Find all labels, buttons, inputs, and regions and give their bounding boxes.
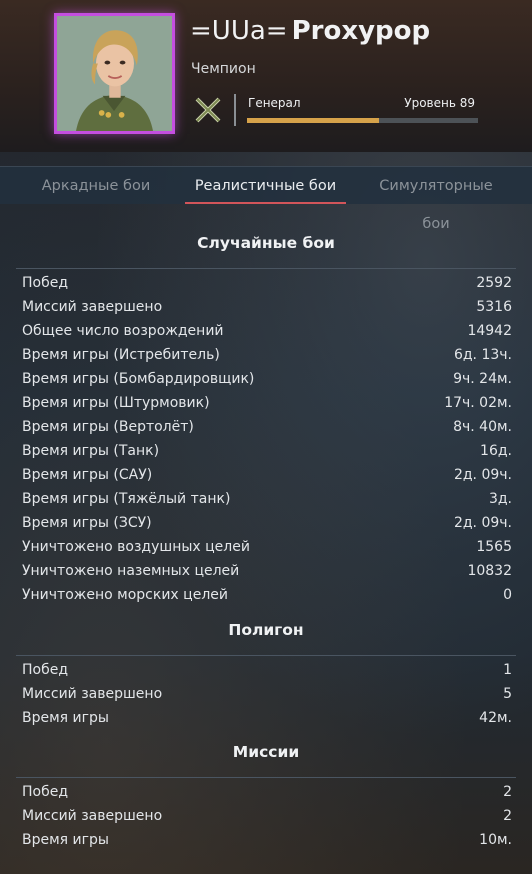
stat-value: 10832 [467,563,512,579]
stat-row: Время игры (Штурмовик) 17ч. 02м. [22,392,512,416]
stat-row: Время игры (ЗСУ) 2д. 09ч. [22,512,512,536]
stat-value: 0 [503,587,512,603]
avatar[interactable] [54,13,175,134]
stat-value: 8ч. 40м. [453,419,512,435]
tab-simulator[interactable]: Симуляторные бои [364,167,508,232]
stat-value: 17ч. 02м. [444,395,512,411]
stat-label: Побед [22,275,69,291]
stat-value: 9ч. 24м. [453,371,512,387]
section-divider [16,655,516,656]
section-divider [16,777,516,778]
stat-value: 5316 [476,299,512,315]
stat-label: Время игры (САУ) [22,467,153,483]
stat-row: Уничтожено воздушных целей 1565 [22,536,512,560]
stat-label: Время игры (Вертолёт) [22,419,194,435]
tab-realistic[interactable]: Реалистичные бои [185,167,346,205]
stat-label: Побед [22,662,69,678]
game-mode-tabs: Аркадные бои Реалистичные бои Симуляторн… [0,166,532,232]
player-name: =UUa= Proxypop [190,16,430,46]
stat-row: Общее число возрождений 14942 [22,320,512,344]
stat-label: Уничтожено воздушных целей [22,539,250,555]
stat-label: Время игры [22,710,109,726]
stat-label: Миссий завершено [22,686,163,702]
stat-value: 1 [503,662,512,678]
stat-label: Время игры (Тяжёлый танк) [22,491,231,507]
rank-divider [234,94,236,126]
nickname: Proxypop [291,16,431,46]
experience-bar [247,118,478,123]
stat-value: 42м. [479,710,512,726]
stat-label: Общее число возрождений [22,323,224,339]
stat-row: Побед 2592 [22,272,512,296]
stat-row: Время игры (Истребитель) 6д. 13ч. [22,344,512,368]
clan-tag[interactable]: =UUa= [190,16,288,46]
stat-row: Время игры (САУ) 2д. 09ч. [22,464,512,488]
stat-label: Время игры (ЗСУ) [22,515,152,531]
stat-label: Время игры (Истребитель) [22,347,220,363]
stat-label: Уничтожено морских целей [22,587,228,603]
stat-label: Миссий завершено [22,808,163,824]
profile-header: =UUa= Proxypop Чемпион Генерал Уровень 89 [0,0,532,152]
stat-row: Побед 1 [22,659,512,683]
stat-row: Время игры (Танк) 16д. [22,440,512,464]
stat-label: Время игры (Танк) [22,443,160,459]
crossed-swords-rank-icon [195,97,221,123]
section-title-polygon: Полигон [228,621,304,639]
pilot-portrait-icon [57,16,172,131]
player-title: Чемпион [191,61,256,77]
stat-row: Уничтожено морских целей 0 [22,584,512,608]
level-label: Уровень 89 [404,96,475,110]
stat-value: 2592 [476,275,512,291]
stat-row: Время игры (Тяжёлый танк) 3д. [22,488,512,512]
stat-label: Время игры (Штурмовик) [22,395,210,411]
rank-label: Генерал [248,96,301,110]
section-title-missions: Миссии [232,743,300,761]
stat-row: Время игры 10м. [22,829,512,853]
stat-row: Миссий завершено 2 [22,805,512,829]
stat-label: Время игры [22,832,109,848]
stat-value: 2д. 09ч. [453,467,512,483]
stat-value: 2 [503,808,512,824]
stat-value: 1565 [476,539,512,555]
stat-row: Миссий завершено 5 [22,683,512,707]
stat-row: Время игры (Бомбардировщик) 9ч. 24м. [22,368,512,392]
experience-bar-fill [247,118,379,123]
stat-row: Миссий завершено 5316 [22,296,512,320]
stat-label: Время игры (Бомбардировщик) [22,371,255,387]
stat-row: Побед 2 [22,781,512,805]
stat-value: 2д. 09ч. [453,515,512,531]
stat-value: 5 [503,686,512,702]
section-title-random-battles: Случайные бои [197,234,335,252]
section-divider [16,268,516,269]
stat-row: Время игры (Вертолёт) 8ч. 40м. [22,416,512,440]
stat-value: 14942 [467,323,512,339]
stat-value: 10м. [479,832,512,848]
stat-value: 2 [503,784,512,800]
stat-label: Уничтожено наземных целей [22,563,240,579]
tab-arcade[interactable]: Аркадные бои [24,167,168,205]
stat-value: 6д. 13ч. [453,347,512,363]
stat-label: Миссий завершено [22,299,163,315]
stat-row: Уничтожено наземных целей 10832 [22,560,512,584]
stat-value: 16д. [480,443,512,459]
stat-row: Время игры 42м. [22,707,512,731]
stat-label: Побед [22,784,69,800]
stat-value: 3д. [488,491,512,507]
